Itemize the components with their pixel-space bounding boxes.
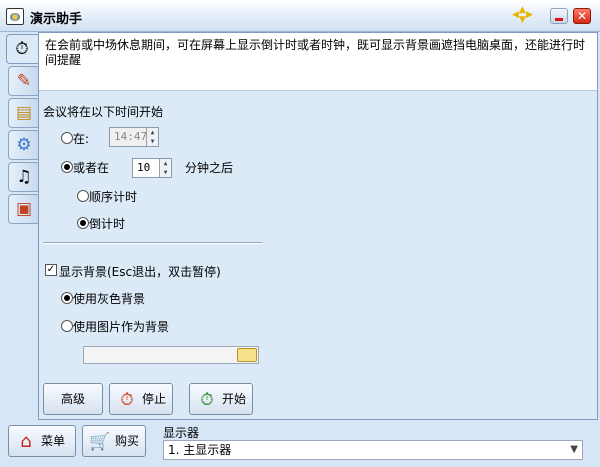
show-background-label: 显示背景(Esc退出，双击暂停) bbox=[59, 265, 221, 279]
title-bar[interactable]: 演示助手 ▲ ◀ ▶ ▼ ✕ bbox=[0, 0, 600, 32]
home-icon: ⌂ bbox=[20, 431, 32, 452]
paint-icon: ✎ bbox=[16, 71, 32, 91]
chevron-down-icon: ▼ bbox=[570, 444, 578, 455]
at-time-input[interactable]: 14:47 ▲ ▼ bbox=[109, 127, 159, 147]
gray-background-label: 使用灰色背景 bbox=[73, 292, 146, 306]
gear-icon: ⚙ bbox=[16, 135, 32, 155]
description-text: 在会前或中场休息期间，可在屏幕上显示倒计时或者时钟，既可显示背景画遮挡电脑桌面，… bbox=[39, 33, 597, 91]
menu-button[interactable]: ⌂ 菜单 bbox=[8, 425, 76, 457]
after-label: 或者在 bbox=[73, 161, 110, 175]
start-heading: 会议将在以下时间开始 bbox=[43, 105, 164, 119]
minutes-input[interactable]: 10 ▲ ▼ bbox=[132, 158, 172, 178]
move-arrows-icon[interactable]: ▲ ◀ ▶ ▼ bbox=[512, 6, 534, 26]
minutes-suffix: 分钟之后 bbox=[185, 161, 234, 175]
window-title: 演示助手 bbox=[30, 12, 83, 27]
tab-timer[interactable]: ⏱ bbox=[6, 34, 38, 64]
presentation-icon: ▣ bbox=[15, 199, 33, 219]
tab-music[interactable]: ♫ bbox=[8, 162, 38, 192]
notepad-icon: ▤ bbox=[15, 103, 33, 123]
buy-button[interactable]: 🛒 购买 bbox=[82, 425, 146, 457]
stopwatch-start-icon: ⏱ bbox=[200, 390, 214, 410]
show-background-checkbox[interactable]: ✓ bbox=[45, 264, 57, 276]
tab-settings[interactable]: ⚙ bbox=[8, 130, 38, 160]
advanced-button[interactable]: 高级 bbox=[43, 383, 103, 415]
start-button[interactable]: ⏱ 开始 bbox=[189, 383, 253, 415]
background-file-input[interactable] bbox=[83, 346, 259, 364]
image-background-label: 使用图片作为背景 bbox=[73, 320, 170, 334]
cart-icon: 🛒 bbox=[89, 432, 111, 452]
app-icon bbox=[6, 8, 24, 25]
close-button[interactable]: ✕ bbox=[573, 8, 591, 24]
radio-countdown[interactable] bbox=[77, 217, 89, 229]
count-up-label: 顺序计时 bbox=[89, 190, 138, 204]
display-label: 显示器 bbox=[163, 426, 200, 440]
at-time-label: 在: bbox=[73, 132, 90, 146]
music-icon: ♫ bbox=[16, 167, 32, 187]
stopwatch-stop-icon: ⏱ bbox=[120, 390, 134, 410]
section-divider bbox=[43, 242, 263, 244]
radio-image-background[interactable] bbox=[61, 320, 73, 332]
radio-count-up[interactable] bbox=[77, 190, 89, 202]
countdown-label: 倒计时 bbox=[89, 217, 126, 231]
tab-presentation[interactable]: ▣ bbox=[8, 194, 38, 224]
stop-button[interactable]: ⏱ 停止 bbox=[109, 383, 173, 415]
minimize-button[interactable] bbox=[550, 8, 568, 24]
time-spin-arrows[interactable]: ▲ ▼ bbox=[146, 128, 158, 146]
display-select[interactable]: 1. 主显示器 ▼ bbox=[163, 440, 583, 460]
radio-gray-background[interactable] bbox=[61, 292, 73, 304]
side-tabs: ⏱ ✎ ▤ ⚙ ♫ ▣ bbox=[0, 32, 38, 420]
tab-draw[interactable]: ✎ bbox=[8, 66, 38, 96]
folder-open-icon[interactable] bbox=[237, 348, 257, 362]
minutes-spin-arrows[interactable]: ▲ ▼ bbox=[159, 159, 171, 177]
radio-after-minutes[interactable] bbox=[61, 161, 73, 173]
tab-notes[interactable]: ▤ bbox=[8, 98, 38, 128]
radio-at-time[interactable] bbox=[61, 132, 73, 144]
stopwatch-icon: ⏱ bbox=[15, 39, 29, 59]
main-panel: 在会前或中场休息期间，可在屏幕上显示倒计时或者时钟，既可显示背景画遮挡电脑桌面，… bbox=[38, 32, 598, 420]
